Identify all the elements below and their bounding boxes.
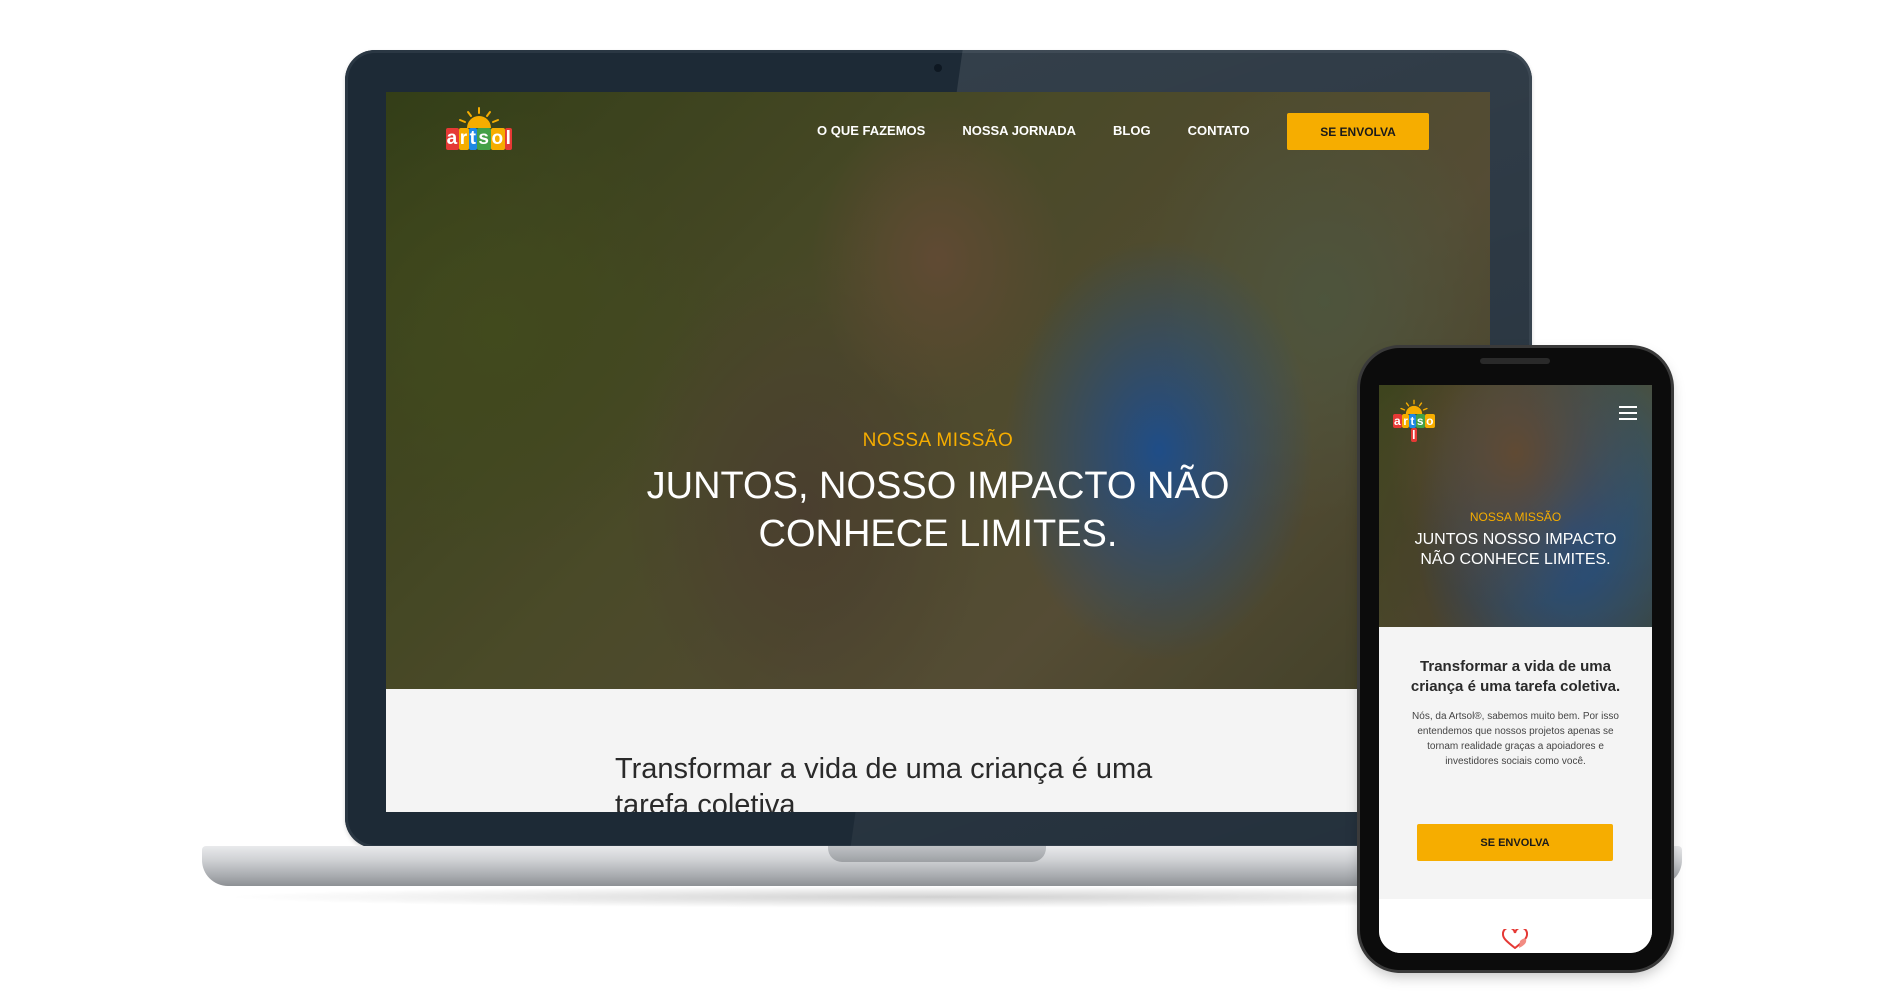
- mobile-hero-title-line-2: NÃO CONHECE LIMITES.: [1420, 551, 1611, 568]
- sun-icon: [459, 107, 499, 128]
- mobile-next-section: [1379, 899, 1652, 953]
- mobile-hero: a r t s ol NOSSA MISSÃO JUNTOS NOSSO IMPACTO…: [1379, 385, 1652, 627]
- hero-title-line-1: JUNTOS, NOSSO IMPACTO NÃO: [646, 465, 1230, 507]
- nav-item-o-que-fazemos[interactable]: O QUE FAZEMOS: [817, 123, 925, 138]
- phone-speaker: [1480, 358, 1550, 364]
- desktop-intro-section: Transformar a vida de uma criança é uma …: [386, 689, 1490, 812]
- desktop-nav: artsol O QUE FAZEMOS NOSSA JORNADA BLOG …: [386, 92, 1490, 172]
- mobile-intro-title-line-2: criança é uma tarefa coletiva.: [1410, 678, 1621, 695]
- logo-wordmark: artsol: [445, 128, 513, 150]
- mobile-intro-section: Transformar a vida de uma criança é uma …: [1379, 627, 1652, 899]
- desktop-hero: artsol O QUE FAZEMOS NOSSA JORNADA BLOG …: [386, 92, 1490, 689]
- nav-item-nossa-jornada[interactable]: NOSSA JORNADA: [962, 123, 1076, 138]
- hero-title-line-2: CONHECE LIMITES.: [758, 513, 1118, 555]
- hero-text: NOSSA MISSÃO JUNTOS, NOSSO IMPACTO NÃO C…: [386, 430, 1490, 558]
- sun-icon: [1400, 399, 1428, 414]
- nav-item-blog[interactable]: BLOG: [1113, 123, 1151, 138]
- intro-title-line-2: tarefa coletiva: [615, 789, 796, 812]
- mobile-intro-title-line-1: Transformar a vida de uma: [1420, 658, 1611, 675]
- se-envolva-button[interactable]: SE ENVOLVA: [1287, 113, 1429, 150]
- nav-item-contato[interactable]: CONTATO: [1188, 123, 1250, 138]
- mobile-hero-text: NOSSA MISSÃO JUNTOS NOSSO IMPACTO NÃO CO…: [1379, 510, 1652, 570]
- mobile-hero-kicker: NOSSA MISSÃO: [1469, 510, 1562, 524]
- camera-icon: [934, 64, 942, 72]
- intro-title-line-1: Transformar a vida de uma criança é uma: [615, 753, 1153, 785]
- mobile-website: a r t s ol NOSSA MISSÃO JUNTOS NOSSO IMPACTO…: [1379, 385, 1652, 953]
- laptop-notch: [828, 846, 1046, 862]
- artsol-logo[interactable]: artsol: [1391, 399, 1437, 442]
- mobile-hero-title-line-1: JUNTOS NOSSO IMPACTO: [1414, 531, 1617, 548]
- mobile-se-envolva-button[interactable]: SE ENVOLVA: [1417, 824, 1613, 861]
- desktop-website: artsol O QUE FAZEMOS NOSSA JORNADA BLOG …: [386, 92, 1490, 812]
- logo-wordmark: artsol: [1393, 414, 1435, 442]
- nav-menu: O QUE FAZEMOS NOSSA JORNADA BLOG CONTATO: [817, 123, 1250, 138]
- mobile-intro-body: Nós, da Artsol®, sabemos muito bem. Por …: [1412, 711, 1619, 767]
- hero-kicker: NOSSA MISSÃO: [862, 430, 1014, 451]
- artsol-logo[interactable]: artsol: [444, 106, 514, 152]
- hamburger-icon[interactable]: [1619, 406, 1637, 420]
- heart-icon: [1502, 929, 1528, 949]
